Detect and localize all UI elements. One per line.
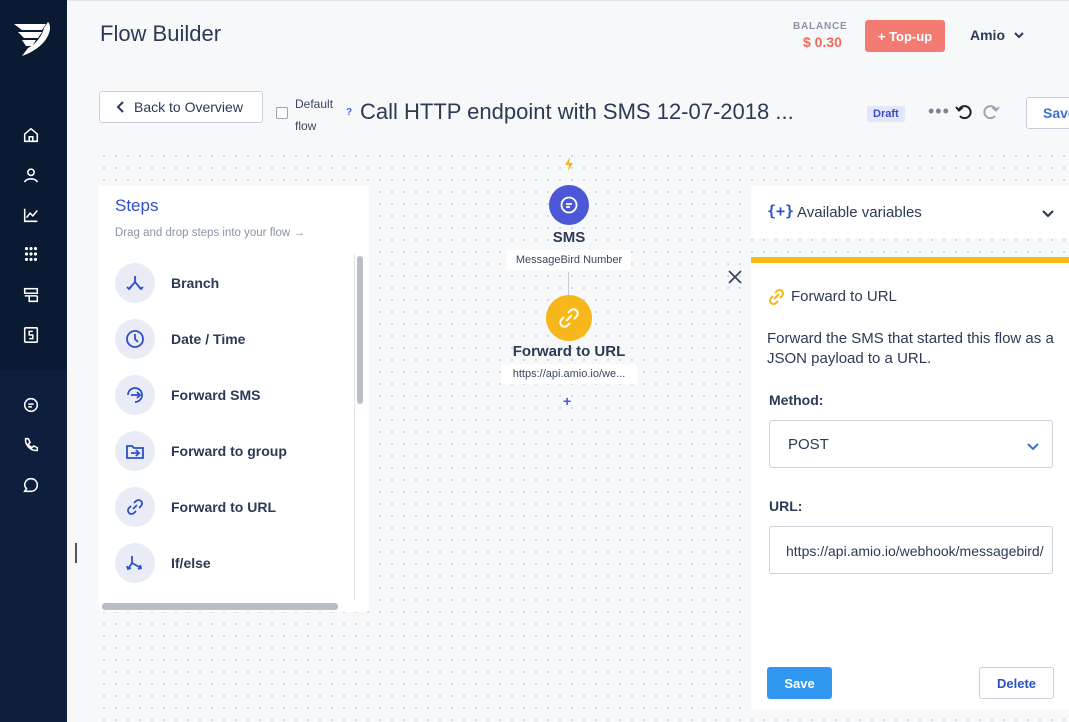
- close-icon[interactable]: [728, 270, 744, 286]
- home-icon[interactable]: [20, 124, 42, 146]
- chevron-left-icon: [116, 101, 124, 113]
- detail-description: Forward the SMS that started this flow a…: [767, 330, 1054, 367]
- user-icon[interactable]: [20, 164, 42, 186]
- step-item-forward-group[interactable]: Forward to group: [115, 429, 287, 473]
- step-label: Forward to group: [171, 443, 287, 459]
- step-detail-panel: Forward to URL Forward the SMS that star…: [751, 257, 1069, 709]
- step-item-forward-sms[interactable]: Forward SMS: [115, 373, 260, 417]
- variables-icon: {+}: [767, 202, 795, 220]
- topup-button[interactable]: + Top-up: [865, 20, 945, 52]
- redo-icon[interactable]: [981, 102, 1003, 124]
- steps-horizontal-scrollbar[interactable]: [102, 603, 338, 610]
- chevron-down-icon: [1026, 439, 1040, 453]
- steps-hint: Drag and drop steps into your flow →: [115, 227, 305, 239]
- chat-icon[interactable]: [20, 394, 42, 416]
- step-label: Date / Time: [171, 331, 246, 347]
- flow-node-subtitle: https://api.amio.io/we...: [501, 364, 637, 384]
- chevron-down-icon: [1014, 32, 1024, 39]
- branch-icon: [115, 263, 155, 303]
- message-icon: [560, 196, 578, 214]
- flow-node-subtitle: MessageBird Number: [507, 250, 631, 270]
- phone-icon[interactable]: [20, 434, 42, 456]
- forward-group-icon: [115, 431, 155, 471]
- steps-title: Steps: [115, 196, 159, 215]
- detail-title: Forward to URL: [791, 288, 897, 305]
- back-to-overview-button[interactable]: Back to Overview: [99, 91, 263, 123]
- step-item-forward-url[interactable]: Forward to URL: [115, 485, 276, 529]
- link-icon: [115, 487, 155, 527]
- step-label: Forward SMS: [171, 387, 261, 403]
- undo-icon[interactable]: [954, 102, 976, 124]
- text-cursor: [75, 543, 77, 563]
- conversations-icon[interactable]: [20, 474, 42, 496]
- variables-label: Available variables: [797, 204, 922, 221]
- method-value: POST: [788, 436, 829, 453]
- save-step-button[interactable]: Save: [767, 667, 832, 699]
- available-variables-panel[interactable]: {+} Available variables: [751, 186, 1069, 238]
- step-label: Branch: [171, 275, 220, 291]
- more-options-icon[interactable]: •••: [928, 101, 950, 122]
- step-label: If/else: [171, 555, 211, 571]
- page-title: Flow Builder: [100, 21, 222, 46]
- method-label: Method:: [769, 392, 824, 408]
- flow-node-title: SMS: [552, 229, 586, 246]
- chart-icon[interactable]: [20, 204, 42, 226]
- step-item-if-else[interactable]: If/else: [115, 541, 211, 585]
- url-value: https://api.amio.io/webhook/messagebird/: [786, 543, 1044, 559]
- layout-icon[interactable]: [20, 284, 42, 306]
- default-flow-checkbox[interactable]: [276, 107, 288, 119]
- flow-node-title: Forward to URL: [512, 343, 626, 360]
- back-label: Back to Overview: [134, 99, 243, 115]
- chevron-down-icon: [1041, 206, 1055, 220]
- add-step-button[interactable]: +: [563, 393, 571, 409]
- balance-value: $ 0.30: [803, 34, 842, 50]
- flow-node-sms[interactable]: [549, 185, 589, 225]
- steps-list: Branch Date / Time Forward SMS Forward t…: [99, 254, 355, 599]
- steps-panel: Steps Drag and drop steps into your flow…: [99, 186, 369, 612]
- flow-name[interactable]: Call HTTP endpoint with SMS 12-07-2018 .…: [360, 99, 794, 125]
- delete-step-button[interactable]: Delete: [979, 667, 1054, 699]
- messagebird-logo[interactable]: [12, 18, 54, 58]
- url-label: URL:: [769, 498, 803, 514]
- flow-node-forward-url[interactable]: [546, 295, 592, 341]
- user-menu[interactable]: Amio: [970, 27, 1025, 43]
- help-icon[interactable]: ?: [346, 107, 352, 118]
- status-badge: Draft: [867, 106, 905, 122]
- flow-connector: [568, 272, 569, 296]
- method-select[interactable]: POST: [769, 420, 1053, 468]
- link-icon: [559, 308, 579, 328]
- step-item-branch[interactable]: Branch: [115, 261, 219, 305]
- balance-label: BALANCE: [793, 21, 848, 32]
- default-flow-label: Default flow: [295, 97, 334, 133]
- save-flow-button[interactable]: Save: [1026, 97, 1069, 129]
- bolt-icon: [563, 156, 575, 172]
- clock-icon: [115, 319, 155, 359]
- step-label: Forward to URL: [171, 499, 276, 515]
- steps-vertical-scrollbar[interactable]: [357, 256, 363, 404]
- apps-grid-icon[interactable]: [20, 243, 42, 265]
- split-icon: [115, 543, 155, 583]
- header-divider: [67, 0, 1069, 1]
- url-input[interactable]: https://api.amio.io/webhook/messagebird/: [769, 526, 1053, 574]
- billing-icon[interactable]: [20, 324, 42, 346]
- sidebar: [0, 0, 67, 722]
- step-item-date-time[interactable]: Date / Time: [115, 317, 245, 361]
- user-name: Amio: [970, 27, 1005, 43]
- forward-sms-icon: [115, 375, 155, 415]
- link-icon: [766, 287, 788, 307]
